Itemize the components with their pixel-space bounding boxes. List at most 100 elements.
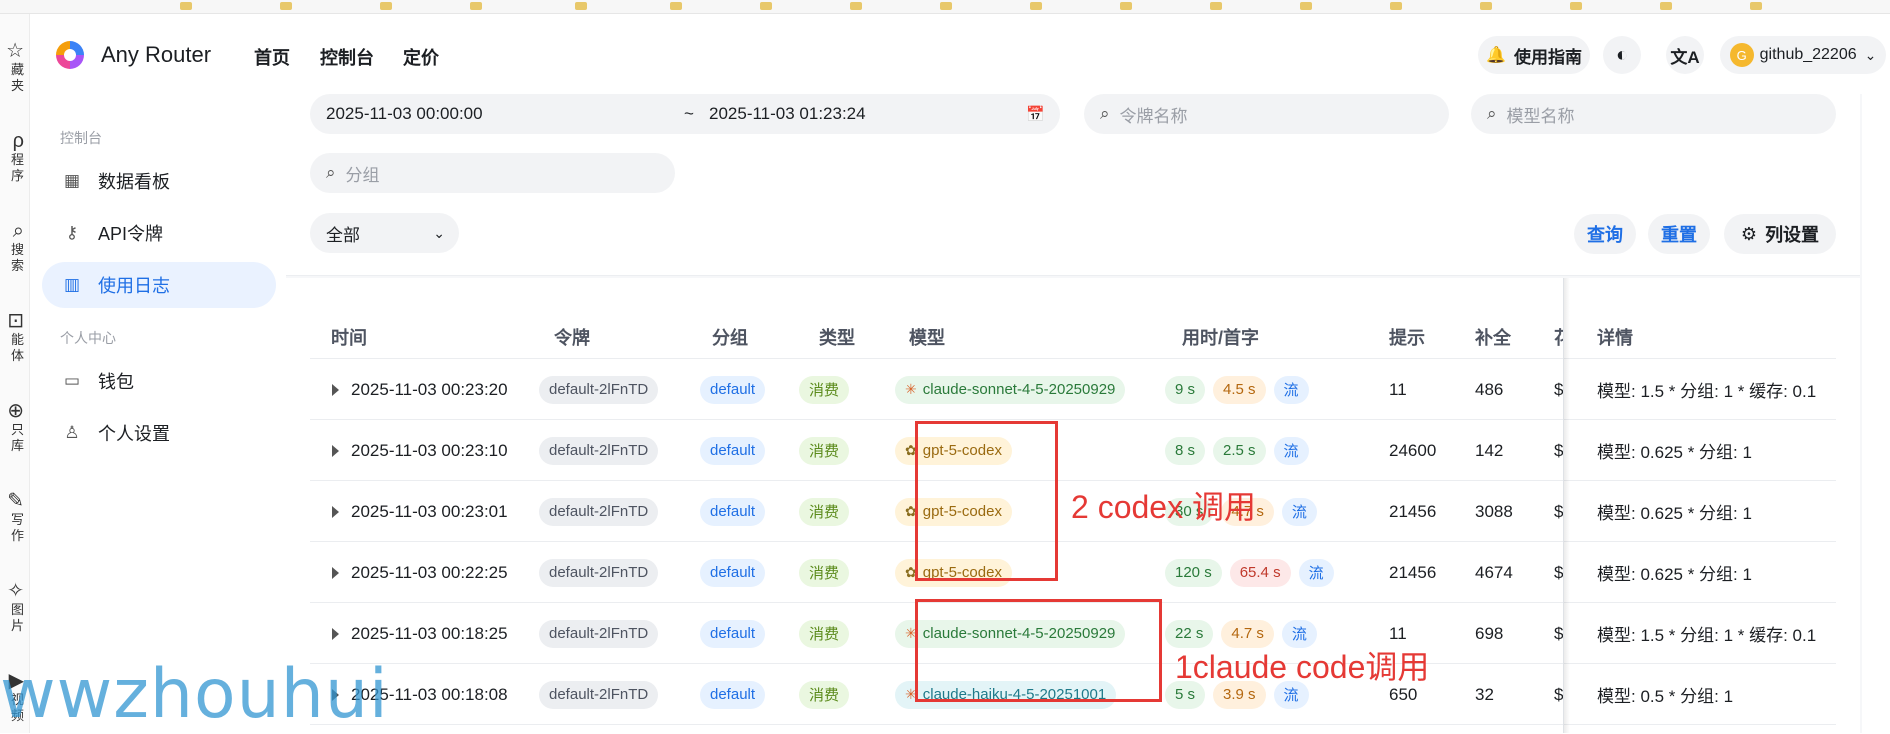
sidebar-item-api-tokens[interactable]: ⚷ API令牌: [42, 210, 276, 256]
col-header-duration[interactable]: 用时/首字: [1182, 324, 1259, 350]
bookmark-icon[interactable]: [280, 2, 292, 10]
cell-time: 2025-11-03 00:22:25: [351, 562, 508, 582]
bookmark-icon[interactable]: [850, 2, 862, 10]
table-row[interactable]: 2025-11-03 00:22:25 default-2lFnTD default…: [310, 542, 1836, 603]
group-tag: default: [700, 619, 766, 648]
column-settings-label: 列设置: [1765, 225, 1820, 245]
sidebar-item-settings[interactable]: ♙ 个人设置: [42, 410, 276, 456]
type-select[interactable]: 全部 ⌄: [310, 213, 459, 253]
col-header-time[interactable]: 时间: [331, 324, 367, 350]
rail-item[interactable]: ⌕ 搜索: [0, 220, 29, 274]
bookmark-icon[interactable]: [1570, 2, 1582, 10]
token-tag: default-2lFnTD: [539, 497, 659, 526]
token-tag: default-2lFnTD: [539, 680, 659, 709]
anthropic-icon: ✳: [905, 381, 917, 397]
bookmark-icon[interactable]: [180, 2, 192, 10]
query-button[interactable]: 查询: [1574, 214, 1636, 254]
bookmark-icon[interactable]: [760, 2, 772, 10]
cell-completion: 142: [1475, 440, 1504, 460]
reset-button[interactable]: 重置: [1648, 214, 1710, 254]
browser-bookmarks-strip: [0, 0, 1890, 14]
language-button[interactable]: 文A: [1666, 36, 1704, 74]
bookmark-icon[interactable]: [1660, 2, 1672, 10]
rail-item[interactable]: ✧ 图片: [0, 580, 29, 634]
theme-toggle-button[interactable]: ◐: [1603, 36, 1641, 74]
sidebar-item-usage-logs[interactable]: ▥ 使用日志: [42, 262, 276, 308]
bookmark-icon[interactable]: [1210, 2, 1222, 10]
table-row[interactable]: 2025-11-03 00:23:10 default-2lFnTD default…: [310, 420, 1836, 481]
model-tag[interactable]: ✳ claude-sonnet-4-5-20250929: [895, 375, 1126, 404]
expand-row-icon[interactable]: [332, 627, 339, 640]
model-name-input[interactable]: ⌕ 模型名称: [1471, 94, 1836, 134]
cell-prompt: 21456: [1389, 562, 1437, 582]
bookmark-icon[interactable]: [1750, 2, 1762, 10]
moon-icon: ◐: [1615, 43, 1629, 66]
cell-completion: 4674: [1475, 562, 1513, 582]
cell-detail: 模型: 1.5 * 分组: 1 * 缓存: 0.1: [1597, 382, 1817, 401]
sidebar-item-wallet[interactable]: ▭ 钱包: [42, 358, 276, 404]
expand-row-icon[interactable]: [332, 505, 339, 518]
user-icon: ♙: [64, 423, 80, 442]
col-header-group[interactable]: 分组: [712, 324, 748, 350]
app-logo-icon[interactable]: [56, 41, 84, 69]
bookmark-icon[interactable]: [940, 2, 952, 10]
date-range-picker[interactable]: 2025-11-03 00:00:00 ~ 2025-11-03 01:23:2…: [310, 94, 1060, 134]
bookmark-icon[interactable]: [1480, 2, 1492, 10]
brand-name[interactable]: Any Router: [101, 42, 211, 68]
group-input[interactable]: ⌕ 分组: [310, 153, 675, 193]
bookmark-icon[interactable]: [1300, 2, 1312, 10]
token-tag: default-2lFnTD: [539, 375, 659, 404]
group-tag: default: [700, 375, 766, 404]
bookmark-icon[interactable]: [575, 2, 587, 10]
type-tag: 消费: [799, 375, 850, 404]
bookmark-icon[interactable]: [380, 2, 392, 10]
rail-item[interactable]: ρ 程序: [0, 130, 29, 184]
col-header-prompt[interactable]: 提示: [1389, 324, 1425, 350]
expand-row-icon[interactable]: [332, 383, 339, 396]
guide-button[interactable]: 🔔 使用指南: [1478, 36, 1590, 74]
rail-item[interactable]: ⊕ 只库: [0, 400, 29, 454]
bookmark-icon[interactable]: [1390, 2, 1402, 10]
rail-label: 能体: [10, 332, 24, 363]
cell-completion: 32: [1475, 684, 1494, 704]
bookmark-icon[interactable]: [670, 2, 682, 10]
search-icon: ⌕: [326, 163, 336, 182]
group-tag: default: [700, 497, 766, 526]
annotation-box-claude: [915, 599, 1162, 702]
expand-row-icon[interactable]: [332, 444, 339, 457]
sidebar-item-label: 数据看板: [98, 172, 170, 192]
search-icon: ⌕: [1100, 104, 1110, 123]
nav-home[interactable]: 首页: [254, 44, 290, 70]
bookmark-icon[interactable]: [1120, 2, 1132, 10]
token-name-input[interactable]: ⌕ 令牌名称: [1084, 94, 1449, 134]
rail-item[interactable]: ⊡ 能体: [0, 310, 29, 364]
nav-console[interactable]: 控制台: [320, 44, 374, 70]
expand-row-icon[interactable]: [332, 566, 339, 579]
cell-time: 2025-11-03 00:18:25: [351, 623, 508, 643]
filter-panel: 2025-11-03 00:00:00 ~ 2025-11-03 01:23:2…: [286, 94, 1860, 276]
cell-detail: 模型: 0.625 * 分组: 1: [1597, 504, 1752, 523]
calendar-icon[interactable]: 📅: [1026, 105, 1045, 123]
col-header-completion[interactable]: 补全: [1475, 324, 1511, 350]
rail-icon: ✧: [7, 580, 24, 602]
type-tag: 消费: [799, 436, 850, 465]
rail-item[interactable]: ✎ 写作: [0, 490, 29, 544]
sidebar-item-label: 个人设置: [98, 424, 170, 444]
sidebar-item-dashboard[interactable]: ▦ 数据看板: [42, 158, 276, 204]
col-header-type[interactable]: 类型: [819, 324, 855, 350]
grid-icon: ▦: [63, 171, 81, 190]
cell-completion: 486: [1475, 379, 1504, 399]
sticky-column-shadow: [1564, 278, 1570, 733]
column-settings-button[interactable]: ⚙ 列设置: [1724, 214, 1836, 254]
rail-item[interactable]: ☆ 藏夹: [0, 40, 29, 94]
col-header-detail[interactable]: 详情: [1597, 324, 1633, 350]
bookmark-icon[interactable]: [1030, 2, 1042, 10]
user-menu[interactable]: G github_22206 ⌄: [1720, 36, 1886, 74]
cell-time: 2025-11-03 00:23:01: [351, 501, 508, 521]
col-header-model[interactable]: 模型: [909, 324, 945, 350]
bookmark-icon[interactable]: [470, 2, 482, 10]
col-header-token[interactable]: 令牌: [554, 324, 590, 350]
rail-label: 写作: [10, 512, 24, 543]
table-row[interactable]: 2025-11-03 00:23:20 default-2lFnTD default…: [310, 359, 1836, 420]
nav-pricing[interactable]: 定价: [403, 44, 439, 70]
